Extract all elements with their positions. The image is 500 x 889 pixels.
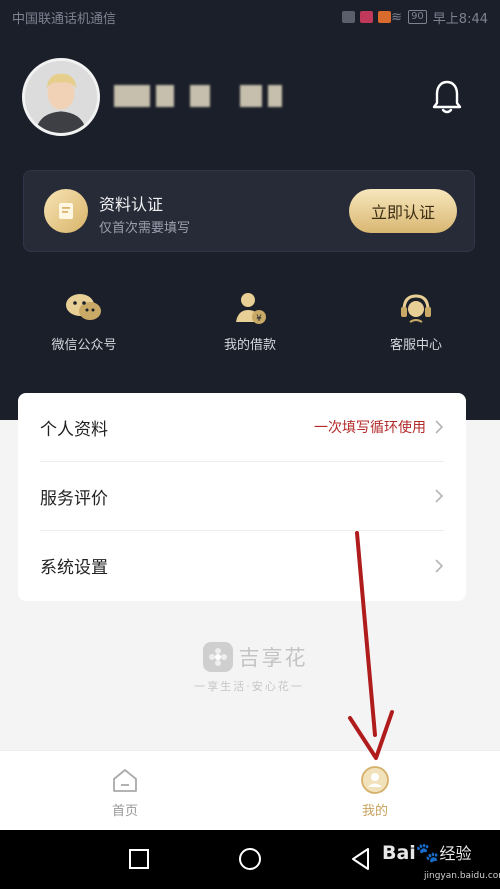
status-bar: 中国联通话机通信 ≋ 90 早上8:44: [0, 0, 500, 34]
paw-icon: 🐾: [415, 842, 440, 864]
recent-apps-icon[interactable]: [126, 846, 152, 872]
baidu-watermark: Bai🐾经验: [382, 840, 472, 864]
baidu-text: Bai: [382, 842, 416, 864]
chevron-right-icon: [435, 489, 444, 503]
menu-item-settings[interactable]: 系统设置: [40, 531, 444, 600]
notification-icon: [360, 11, 374, 23]
baidu-url: jingyan.baidu.com: [424, 871, 500, 881]
clock: 早上8:44: [432, 11, 488, 27]
home-button-icon[interactable]: [237, 846, 263, 872]
carrier-name: 中国联通话机通信: [12, 11, 117, 27]
tab-bar: 首页 我的: [0, 750, 500, 830]
avatar-image: [25, 61, 97, 133]
notification-icon: [378, 11, 392, 23]
user-circle-icon: [361, 766, 389, 794]
tab-label: 首页: [111, 804, 138, 819]
shortcut-service[interactable]: 客服中心: [346, 290, 486, 353]
username-redacted: [114, 84, 282, 108]
menu-item-label: 服务评价: [40, 488, 108, 509]
brand-slogan: 一享生活·安心花一: [194, 680, 304, 693]
menu-item-review[interactable]: 服务评价: [40, 462, 444, 531]
bell-icon[interactable]: [430, 78, 464, 116]
redaction-block: [156, 85, 174, 107]
avatar[interactable]: [22, 58, 100, 136]
shortcut-label: 我的借款: [223, 338, 276, 353]
baidu-text-2: 经验: [439, 844, 472, 863]
auth-subtitle: 仅首次需要填写: [99, 221, 191, 236]
menu-item-hint: 一次填写循环使用: [314, 420, 426, 436]
notification-icons: [342, 11, 392, 23]
menu-item-label: 个人资料: [40, 419, 108, 440]
tab-home[interactable]: 首页: [65, 765, 185, 819]
redaction-block: [190, 85, 210, 107]
menu-card: 个人资料 一次填写循环使用 服务评价 系统设置: [18, 393, 466, 601]
back-icon[interactable]: [348, 846, 374, 872]
status-right: ≋ 90 早上8:44: [391, 8, 488, 27]
flower-logo-icon: [202, 642, 233, 672]
menu-item-profile[interactable]: 个人资料 一次填写循环使用: [40, 393, 444, 462]
redaction-block: [268, 85, 282, 107]
verify-now-button[interactable]: 立即认证: [349, 189, 457, 233]
auth-title: 资料认证: [99, 195, 164, 214]
loan-icon: ¥: [236, 293, 266, 324]
svg-text:¥: ¥: [256, 314, 262, 324]
brand-name: 吉享花: [238, 646, 308, 670]
wechat-icon: [66, 294, 101, 320]
shortcut-wechat[interactable]: 微信公众号: [14, 290, 154, 353]
home-icon: [113, 769, 137, 792]
wifi-icon: ≋: [391, 9, 403, 25]
redaction-block: [114, 85, 150, 107]
document-icon: [44, 189, 88, 233]
shortcut-label: 客服中心: [389, 338, 442, 353]
chevron-right-icon: [435, 558, 444, 573]
menu-item-label: 系统设置: [40, 558, 108, 578]
tab-mine[interactable]: 我的: [315, 765, 435, 819]
headset-icon: [401, 294, 431, 323]
battery-icon: 90: [408, 10, 427, 24]
chevron-right-icon: [435, 420, 444, 434]
shortcut-loan[interactable]: ¥ 我的借款: [180, 290, 320, 353]
tab-label: 我的: [361, 804, 388, 819]
brand-watermark: 吉享花 一享生活·安心花一: [194, 642, 315, 694]
redaction-block: [240, 85, 262, 107]
auth-card: 资料认证 仅首次需要填写 立即认证: [23, 170, 475, 252]
notification-icon: [342, 11, 356, 23]
shortcut-label: 微信公众号: [51, 338, 117, 353]
